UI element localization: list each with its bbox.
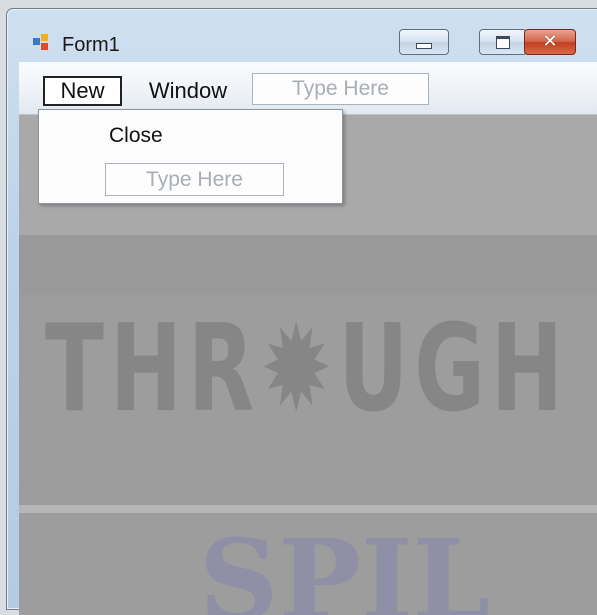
close-button[interactable]: ✕ [524,29,576,55]
maximize-icon [496,35,510,49]
maximize-button[interactable] [479,29,527,55]
menu-strip: New Window Type Here [19,62,597,115]
menu-type-here-box[interactable]: Type Here [252,73,429,105]
menu-item-window[interactable]: Window [139,76,237,106]
menu-item-new[interactable]: New [43,76,122,106]
watermark-text: SPIL [199,515,490,615]
dropdown-type-here-box[interactable]: Type Here [105,163,284,196]
watermark-band [19,235,597,295]
new-dropdown-menu: Close Type Here [38,109,343,204]
watermark-band [19,505,597,513]
minimize-icon [416,43,432,49]
dropdown-item-close[interactable]: Close [109,124,163,148]
watermark-text: THR✹UGH TE [45,300,597,439]
form-app-icon [33,34,48,50]
minimize-button[interactable] [399,29,449,55]
close-icon: ✕ [542,31,558,52]
window-title: Form1 [62,34,120,56]
